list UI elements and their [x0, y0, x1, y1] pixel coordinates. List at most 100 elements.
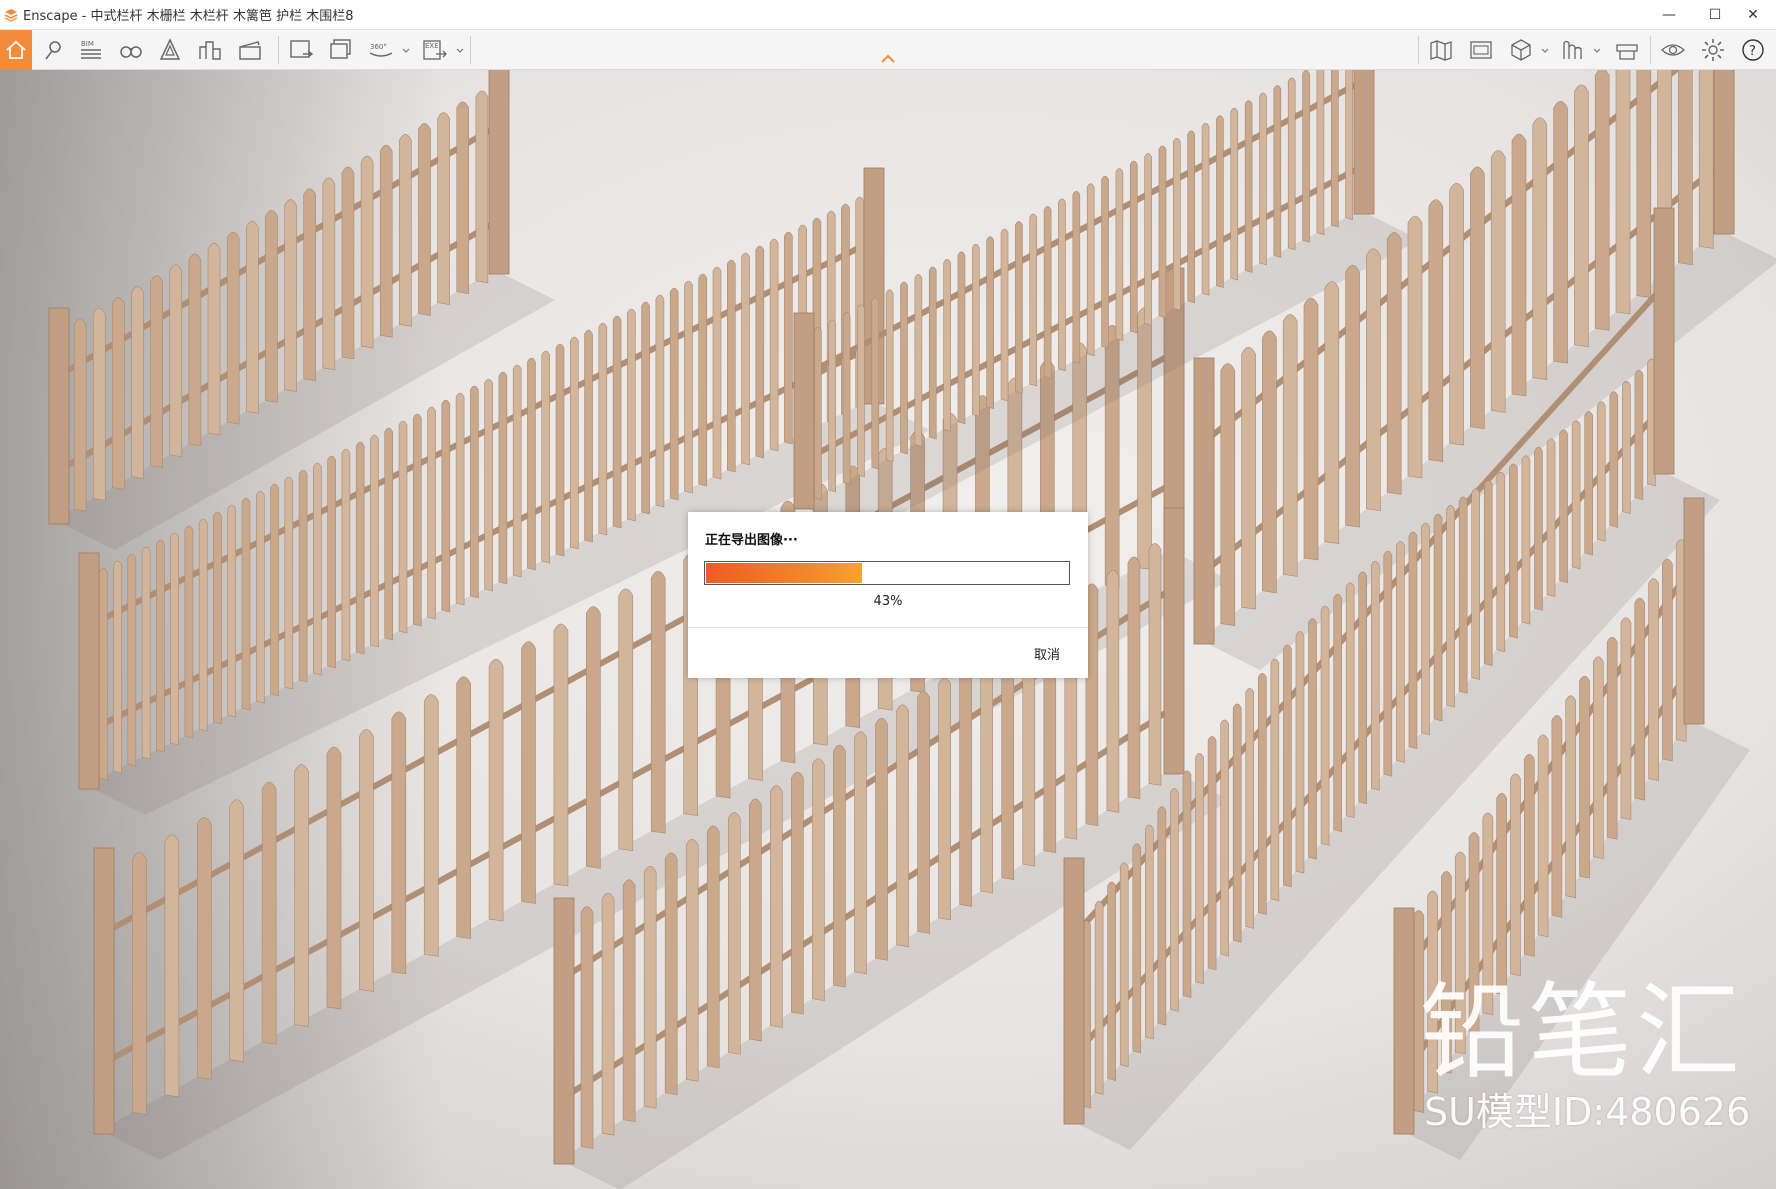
fence-picket — [1187, 130, 1195, 304]
fence-picket — [265, 210, 278, 403]
location-button[interactable] — [36, 33, 70, 67]
cube-button[interactable] — [1504, 33, 1538, 67]
binoculars-icon — [120, 46, 142, 58]
export-dropdown-icon[interactable] — [455, 44, 465, 56]
settings-button[interactable] — [1696, 33, 1730, 67]
fence-picket — [650, 570, 666, 834]
fence-picket — [1127, 556, 1141, 800]
panorama-button[interactable]: 360° — [364, 33, 398, 67]
fence-picket — [1241, 346, 1256, 610]
fence-picket — [812, 758, 825, 1001]
fence-picket — [1428, 199, 1444, 462]
fence-picket — [1182, 770, 1192, 998]
asset-library-button[interactable] — [193, 33, 227, 67]
batch-render-button[interactable] — [324, 33, 358, 67]
collaboration-button[interactable] — [1610, 33, 1644, 67]
video-editor-button[interactable] — [233, 33, 267, 67]
fence-picket — [1129, 160, 1138, 334]
collaboration-icon — [1616, 44, 1638, 60]
fence-picket — [959, 664, 972, 907]
material-editor-button[interactable] — [153, 33, 187, 67]
fence-picket — [359, 729, 374, 992]
fence-picket — [270, 483, 279, 697]
fence-picket — [1358, 571, 1368, 805]
visibility-icon — [1661, 44, 1685, 56]
enscape-logo-icon — [4, 8, 18, 22]
fence-picket — [1678, 70, 1693, 266]
progress-percent: 43% — [873, 594, 903, 609]
fence-picket — [684, 280, 693, 494]
fence-picket — [622, 879, 636, 1123]
help-button[interactable]: ? — [1736, 33, 1770, 67]
fence-picket — [1383, 550, 1393, 777]
binoculars-button[interactable] — [114, 33, 148, 67]
cancel-button[interactable]: 取消 — [1028, 640, 1066, 667]
fence-picket — [1119, 862, 1129, 1068]
fence-picket — [1270, 658, 1280, 902]
fence-picket — [1593, 656, 1604, 860]
fence-picket — [957, 251, 966, 425]
close-button[interactable]: ✕ — [1730, 0, 1776, 30]
fence-picket — [1553, 100, 1568, 364]
fence-picket — [1232, 703, 1242, 943]
ruler-dropdown-icon[interactable] — [1592, 44, 1602, 56]
fence-picket — [1571, 420, 1581, 570]
toolbar-separator — [278, 36, 279, 64]
fence-picket — [1594, 70, 1610, 331]
fence-picket — [1636, 70, 1652, 298]
fence-picket — [229, 799, 244, 1063]
fence-picket — [1132, 843, 1142, 1054]
fence-picket — [1258, 673, 1267, 915]
fence-picket — [857, 304, 865, 478]
fence-picket — [1534, 446, 1543, 611]
fence-picket — [441, 399, 451, 613]
cube-icon — [1511, 39, 1531, 61]
fence-picket — [261, 781, 277, 1045]
export-exe-button[interactable]: EXE — [418, 33, 452, 67]
fence-picket — [1584, 411, 1593, 556]
fence-post — [1653, 207, 1675, 475]
fence-picket — [1101, 175, 1109, 349]
fence-picket — [398, 420, 408, 634]
views-icon — [1470, 41, 1492, 59]
fence-post — [48, 307, 70, 525]
home-icon — [6, 40, 26, 59]
cube-dropdown-icon[interactable] — [1540, 44, 1550, 56]
ruler-button[interactable] — [1556, 33, 1590, 67]
fence-picket — [423, 693, 439, 957]
fence-picket — [741, 252, 750, 466]
fence-picket — [255, 490, 265, 704]
map-button[interactable] — [1424, 33, 1458, 67]
fence-picket — [1551, 714, 1563, 918]
panorama-dropdown-icon[interactable] — [401, 44, 411, 56]
home-button[interactable] — [0, 30, 32, 70]
fence-picket — [1496, 471, 1506, 653]
fence-picket — [664, 852, 678, 1096]
fence-picket — [749, 798, 762, 1042]
fence-picket — [1606, 636, 1618, 840]
fence-picket — [188, 253, 202, 447]
watermark-logo: 铅笔汇 — [1420, 971, 1745, 1093]
fence-picket — [1324, 281, 1340, 544]
bim-button[interactable]: BIM — [74, 33, 108, 67]
minimize-button[interactable]: — — [1646, 0, 1692, 30]
export-progress-bar — [704, 561, 1070, 585]
fence-picket — [246, 221, 259, 414]
fence-picket — [1158, 145, 1167, 319]
fence-picket — [298, 469, 308, 683]
fence-picket — [1201, 122, 1210, 296]
fence-picket — [1648, 578, 1659, 781]
fence-picket — [885, 289, 894, 463]
fence-picket — [170, 532, 179, 746]
collapse-toolbar-icon[interactable] — [880, 54, 896, 64]
views-button[interactable] — [1464, 33, 1498, 67]
fence-picket — [986, 236, 994, 410]
fence-picket — [327, 455, 336, 669]
fence-picket — [488, 658, 504, 922]
visibility-button[interactable] — [1656, 33, 1690, 67]
fence-picket — [669, 287, 679, 501]
screenshot-button[interactable] — [284, 33, 318, 67]
fence-picket — [698, 273, 708, 487]
fence-picket — [1345, 582, 1355, 819]
fence-picket — [456, 676, 471, 940]
